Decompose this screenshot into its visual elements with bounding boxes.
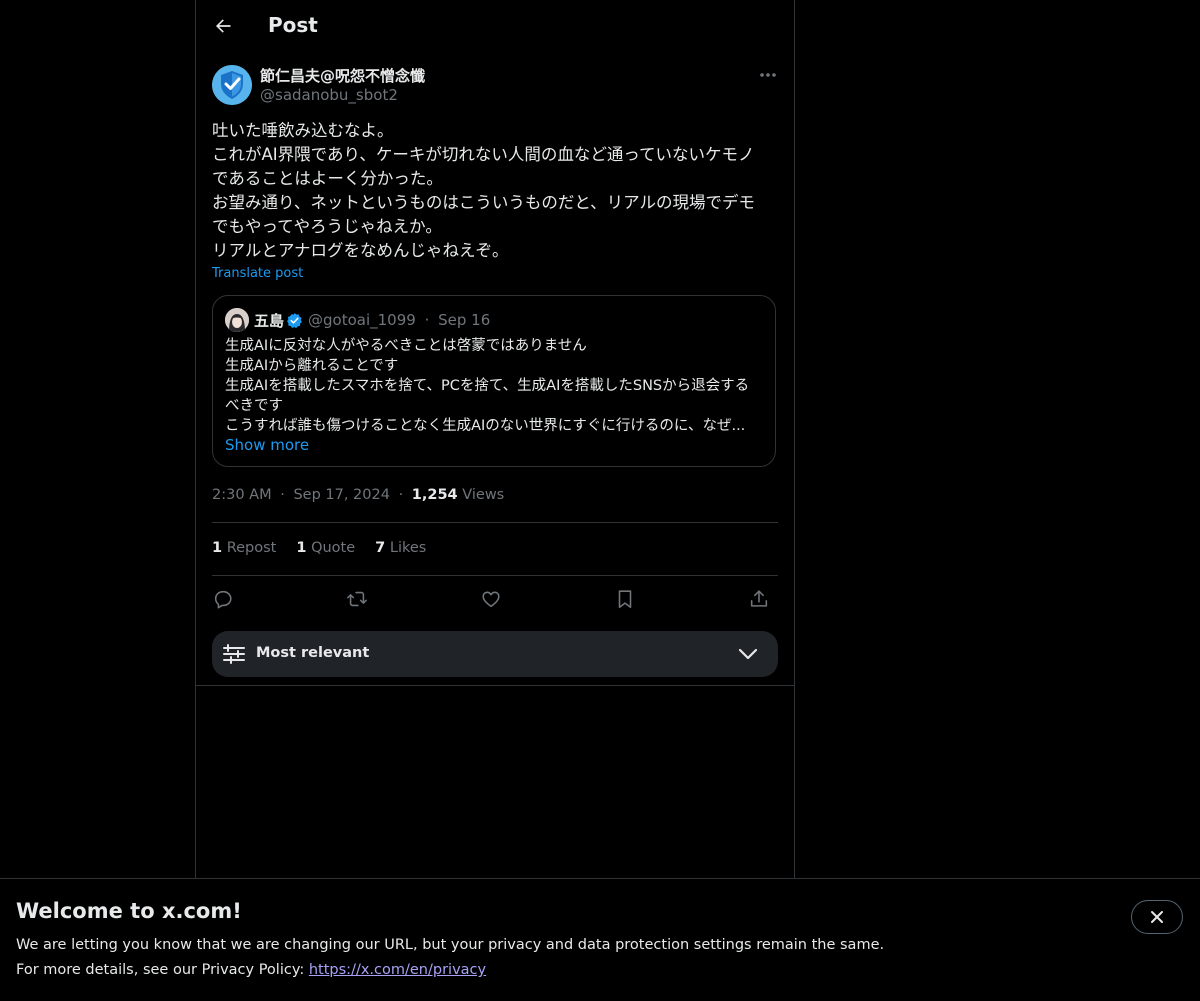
likes-stat[interactable]: 7 Likes [375, 540, 426, 556]
views-label: Views [462, 487, 505, 503]
more-horizontal-icon [760, 73, 776, 77]
quote-author-handle: @gotoai_1099 [308, 311, 416, 329]
more-options-button[interactable] [754, 63, 782, 87]
arrow-left-icon [216, 19, 231, 33]
quote-text: 生成AIに反対な人がやるべきことは啓蒙ではありません 生成AIから離れることです… [225, 336, 765, 436]
sliders-icon [223, 644, 245, 664]
action-bar [212, 586, 778, 612]
back-button[interactable] [208, 11, 238, 41]
reply-button[interactable] [210, 586, 236, 612]
divider [212, 522, 778, 523]
views-count: 1,254 [411, 487, 458, 503]
post-text: 吐いた唾飲み込むなよ。 これがAI界隈であり、ケーキが切れない人間の血など通って… [212, 119, 778, 263]
post-text-line: お望み通り、ネットというものはこういうものだと、リアルの現場でデモ [212, 193, 756, 212]
banner-message: We are letting you know that we are chan… [16, 937, 885, 953]
banner-privacy-line: For more details, see our Privacy Policy… [16, 962, 486, 978]
repost-button[interactable] [344, 586, 370, 612]
translate-post-link[interactable]: Translate post [212, 266, 303, 281]
separator-dot: · [398, 487, 404, 503]
post-date[interactable]: Sep 17, 2024 [293, 487, 390, 503]
reposts-count: 1 [212, 540, 223, 556]
engagement-stats: 1 Repost 1 Quote 7 Likes [212, 540, 426, 556]
bookmark-icon [618, 590, 632, 609]
post-text-line: リアルとアナログをなめんじゃねえぞ。 [212, 241, 509, 260]
post-text-line: これがAI界隈であり、ケーキが切れない人間の血など通っていないケモノ [212, 145, 755, 164]
like-icon [482, 591, 500, 608]
quotes-stat[interactable]: 1 Quote [296, 540, 355, 556]
quote-text-line: 生成AIに反対な人がやるべきことは啓蒙ではありません [225, 338, 587, 354]
post-text-line: でもやってやろうじゃねえか。 [212, 217, 442, 236]
quote-author-avatar[interactable] [225, 308, 249, 332]
shield-check-icon [212, 65, 252, 105]
repost-icon [347, 591, 367, 607]
quoted-post[interactable]: 五島 @gotoai_1099 · Sep 16 生成AIに反対な人がやるべきこ… [212, 295, 776, 467]
quote-date[interactable]: Sep 16 [438, 311, 490, 329]
post-time[interactable]: 2:30 AM [212, 487, 272, 503]
quote-text-line: べきです [225, 398, 283, 414]
post-text-line: 吐いた唾飲み込むなよ。 [212, 121, 394, 140]
quote-handle-and-date: @gotoai_1099 · Sep 16 [308, 311, 490, 329]
close-banner-button[interactable] [1131, 900, 1183, 934]
divider [196, 685, 794, 686]
sort-replies-dropdown[interactable]: Most relevant [212, 631, 778, 677]
reposts-stat[interactable]: 1 Repost [212, 540, 276, 556]
author-handle[interactable]: @sadanobu_sbot2 [260, 86, 398, 104]
likes-label: Likes [389, 540, 427, 556]
quote-text-line: 生成AIを搭載したスマホを捨て、PCを捨て、生成AIを搭載したSNSから退会する [225, 378, 750, 394]
quote-text-line: 生成AIから離れることです [225, 358, 399, 374]
page-title: Post [268, 13, 318, 37]
quotes-label: Quote [311, 540, 356, 556]
banner-title: Welcome to x.com! [16, 899, 242, 923]
post-text-line: であることはよーく分かった。 [212, 169, 443, 188]
separator-dot: · [424, 311, 430, 329]
avatar-image-icon [225, 308, 249, 332]
quote-text-line: こうすれば誰も傷つけることなく生成AIのない世界にすぐに行けるのに、なぜ... [225, 418, 746, 434]
reply-icon [214, 590, 232, 609]
divider [212, 575, 778, 576]
show-more-link[interactable]: Show more [225, 436, 309, 454]
author-name[interactable]: 節仁昌夫@呪怨不憎念懺 [260, 65, 425, 86]
separator-dot: · [280, 487, 285, 503]
author-avatar[interactable] [212, 65, 252, 105]
quote-author-name[interactable]: 五島 [254, 310, 284, 331]
welcome-banner: Welcome to x.com! We are letting you kno… [0, 878, 1200, 1001]
privacy-policy-link[interactable]: https://x.com/en/privacy [309, 962, 486, 978]
like-button[interactable] [478, 586, 504, 612]
post-meta: 2:30 AM · Sep 17, 2024 · 1,254 Views [212, 487, 504, 503]
sort-label: Most relevant [256, 645, 370, 661]
header: Post [196, 0, 794, 53]
reposts-label: Repost [226, 540, 277, 556]
bookmark-button[interactable] [612, 586, 638, 612]
verified-badge-icon [287, 313, 302, 329]
share-button[interactable] [746, 586, 772, 612]
main-column: Post 節仁昌夫@呪怨不憎念懺 @sadanobu_sbot2 吐いた唾飲み込… [195, 0, 795, 1000]
share-icon [750, 590, 768, 607]
chevron-down-icon [738, 648, 758, 660]
quotes-count: 1 [296, 540, 307, 556]
likes-count: 7 [375, 540, 386, 556]
close-icon [1151, 911, 1163, 923]
banner-privacy-prefix: For more details, see our Privacy Policy… [16, 962, 309, 978]
